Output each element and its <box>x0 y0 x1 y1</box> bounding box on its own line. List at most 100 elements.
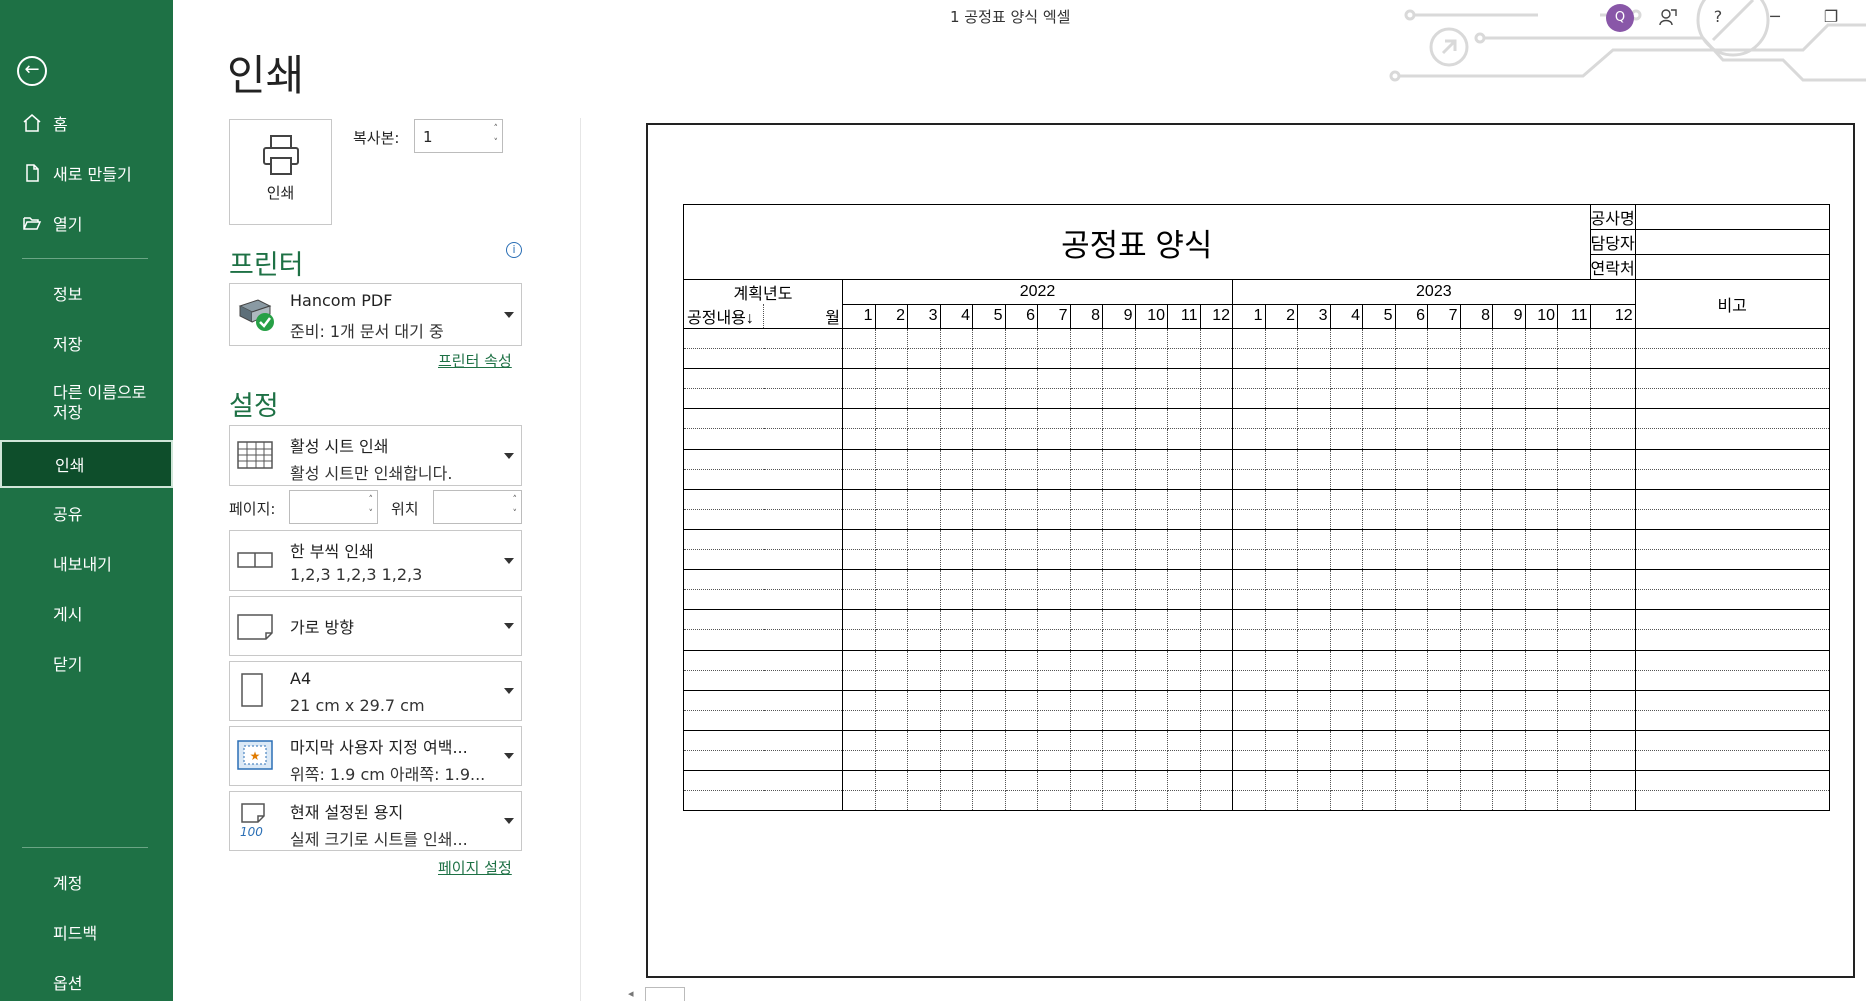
month-cell <box>875 750 908 772</box>
work-cell <box>683 368 843 390</box>
sidebar-item-open[interactable]: 열기 <box>0 201 173 245</box>
month-header: 4 <box>940 304 973 329</box>
sidebar-item-new[interactable]: 새로 만들기 <box>0 151 173 195</box>
month-cell <box>1362 710 1396 731</box>
orientation-dropdown[interactable]: 가로 방향 <box>229 596 522 656</box>
month-cell <box>1492 388 1526 410</box>
work-cell <box>683 489 843 510</box>
month-cell <box>842 629 876 651</box>
month-cell <box>1525 529 1558 551</box>
sidebar-item-publish[interactable]: 게시 <box>0 591 173 635</box>
month-cell <box>1265 408 1298 430</box>
sidebar-item-account[interactable]: 계정 <box>0 860 173 904</box>
sidebar-item-save[interactable]: 저장 <box>0 321 173 365</box>
month-header: 3 <box>907 304 941 329</box>
print-button[interactable]: 인쇄 <box>229 119 332 225</box>
info-icon[interactable]: i <box>506 242 522 258</box>
remarks-cell <box>1635 589 1830 611</box>
sidebar-item-share[interactable]: 공유 <box>0 491 173 535</box>
stepper-arrows-icon[interactable]: ˄ ˅ <box>513 493 518 521</box>
month-cell <box>1492 428 1526 450</box>
month-cell <box>1395 348 1428 370</box>
page-setup-link[interactable]: 페이지 설정 <box>438 857 512 878</box>
month-cell <box>907 328 941 350</box>
table-row <box>683 710 1830 731</box>
restore-icon[interactable]: ❐ <box>1811 4 1851 30</box>
month-cell <box>1395 629 1428 651</box>
month-cell <box>1557 589 1591 611</box>
sidebar-item-save-as[interactable]: 다른 이름으로 저장 <box>0 375 173 431</box>
schedule-table: 공정표 양식 공사명 담당자 연락처 계획년도 2022 2023 비고 공정내용↓ 월 1 2 3 4 5… <box>683 204 1830 812</box>
avatar[interactable]: Q <box>1606 4 1634 32</box>
pages-from-stepper[interactable]: ˄ ˅ <box>289 490 378 524</box>
help-icon[interactable]: ? <box>1698 4 1738 30</box>
page-number-input[interactable] <box>645 987 685 1001</box>
sidebar-item-options[interactable]: 옵션 <box>0 960 173 1004</box>
work-cell <box>683 690 843 711</box>
sidebar-item-close[interactable]: 닫기 <box>0 641 173 685</box>
pages-to-stepper[interactable]: ˄ ˅ <box>433 490 522 524</box>
year-row: 계획년도 2022 2023 비고 <box>683 279 1830 329</box>
month-cell <box>1395 650 1428 671</box>
printer-properties-link[interactable]: 프린터 속성 <box>438 350 512 371</box>
table-row <box>683 489 1830 510</box>
work-cell <box>683 549 843 571</box>
month-cell <box>1070 469 1103 490</box>
month-cell <box>1590 710 1636 731</box>
month-cell <box>1427 750 1461 772</box>
month-cell <box>1362 469 1396 490</box>
month-cell <box>1330 670 1363 691</box>
month-cell <box>1427 428 1461 450</box>
prev-page-icon[interactable]: ◂ <box>628 987 634 1000</box>
month-cell <box>940 730 973 751</box>
month-cell <box>1005 549 1038 571</box>
minimize-icon[interactable]: ─ <box>1755 4 1795 30</box>
info-label: 연락처 <box>1589 254 1636 280</box>
coauthor-icon[interactable] <box>1648 4 1688 30</box>
month-cell <box>907 609 941 631</box>
month-cell <box>1232 328 1266 350</box>
table-row <box>683 408 1830 430</box>
month-cell <box>940 449 973 470</box>
settings-heading: 설정 <box>229 391 279 422</box>
month-cell <box>940 750 973 772</box>
month-cell <box>1232 650 1266 671</box>
collate-dropdown[interactable]: 한 부씩 인쇄 1,2,3 1,2,3 1,2,3 <box>229 530 522 591</box>
month-cell <box>940 710 973 731</box>
month-cell <box>1590 569 1636 591</box>
sidebar-item-print[interactable]: 인쇄 <box>0 440 173 488</box>
month-cell <box>1557 428 1591 450</box>
paper-size-dropdown[interactable]: A4 21 cm x 29.7 cm <box>229 661 522 721</box>
table-row <box>683 690 1830 711</box>
month-cell <box>1460 750 1493 772</box>
month-cell <box>972 529 1006 551</box>
sidebar-item-feedback[interactable]: 피드백 <box>0 910 173 954</box>
month-cell <box>1492 489 1526 510</box>
sidebar-item-export[interactable]: 내보내기 <box>0 541 173 585</box>
sidebar-item-info[interactable]: 정보 <box>0 271 173 315</box>
month-cell <box>1460 509 1493 530</box>
back-arrow-icon[interactable]: ← <box>17 56 47 86</box>
stepper-arrows-icon[interactable]: ˄ ˅ <box>369 493 374 521</box>
stepper-arrows-icon[interactable]: ˄ ˅ <box>494 122 499 150</box>
copies-stepper[interactable]: 1 ˄ ˅ <box>414 119 503 153</box>
margins-dropdown[interactable]: ★ 마지막 사용자 지정 여백... 위쪽: 1.9 cm 아래쪽: 1.9..… <box>229 726 522 786</box>
month-header: 7 <box>1427 304 1461 329</box>
printer-dropdown[interactable]: Hancom PDF 준비: 1개 문서 대기 중 <box>229 283 522 346</box>
month-cell <box>875 569 908 591</box>
month-cell <box>1590 428 1636 450</box>
month-cell <box>1492 469 1526 490</box>
sidebar-item-home[interactable]: 홈 <box>0 101 173 145</box>
work-cell <box>683 670 843 691</box>
month-cell <box>1427 790 1461 812</box>
month-cell <box>1330 790 1363 812</box>
month-cell <box>1460 449 1493 470</box>
print-scope-dropdown[interactable]: 활성 시트 인쇄 활성 시트만 인쇄합니다. <box>229 425 522 486</box>
scaling-dropdown[interactable]: 100 현재 설정된 용지 실제 크기로 시트를 인쇄... <box>229 791 522 851</box>
month-cell <box>875 690 908 711</box>
month-cell <box>1297 408 1331 430</box>
month-cell <box>1557 690 1591 711</box>
month-cell <box>1362 730 1396 751</box>
remarks-cell <box>1635 710 1830 731</box>
account-name-box[interactable] <box>1538 3 1600 31</box>
